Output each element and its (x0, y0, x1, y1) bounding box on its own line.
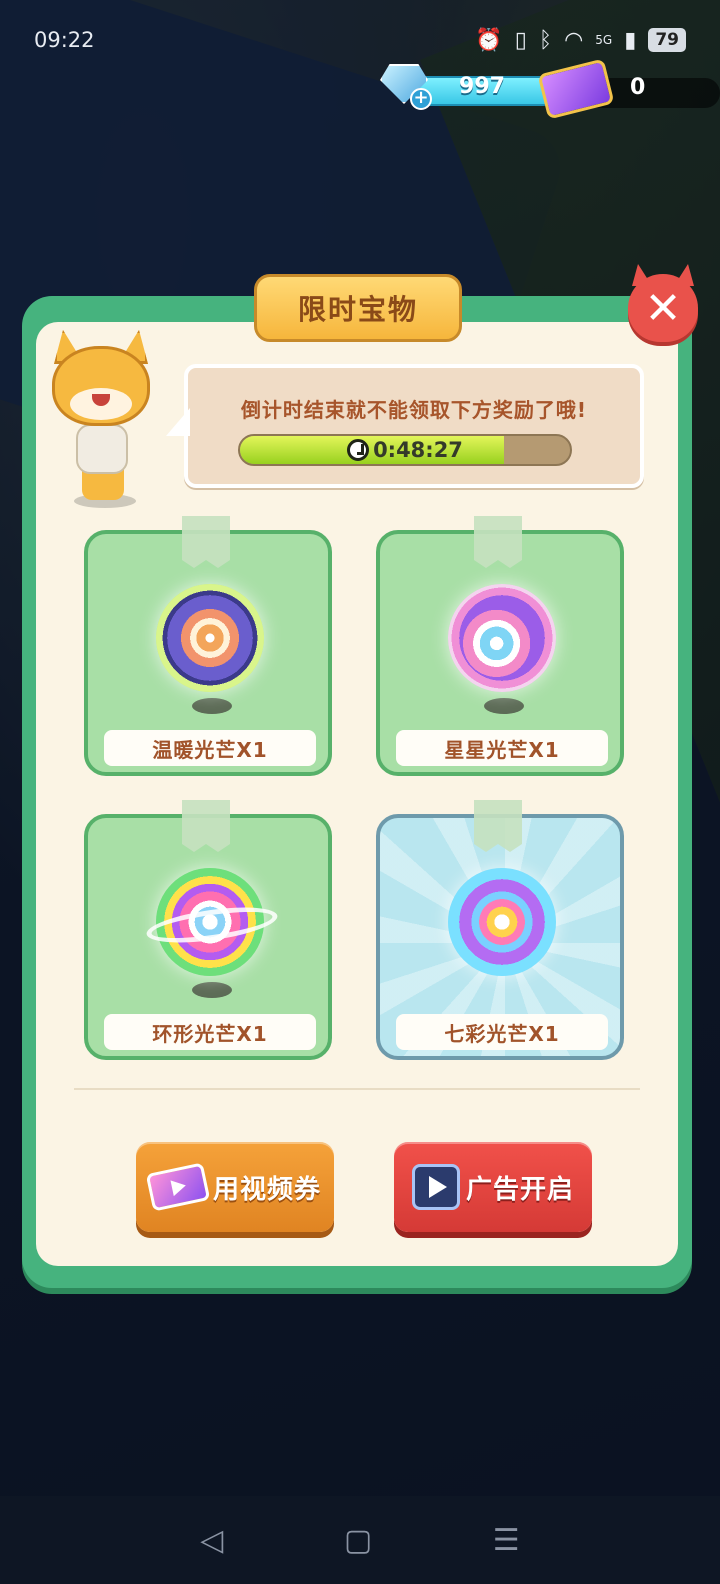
close-icon: ✕ (644, 282, 682, 334)
reward-label: 七彩光芒X1 (396, 1014, 608, 1050)
tv-play-icon (411, 1164, 460, 1210)
countdown-progress-bar: 0:48:27 (238, 434, 572, 466)
divider (74, 1088, 640, 1090)
close-button[interactable]: ✕ (628, 274, 698, 342)
currency-bar: 997 + 0 (380, 58, 720, 120)
ticket-count: 0 (630, 75, 646, 100)
mascot-body (76, 424, 128, 474)
mascot-legs (82, 470, 124, 500)
bluetooth-icon: ᛒ (538, 27, 553, 53)
reward-card-star[interactable]: 星星光芒X1 (376, 530, 624, 776)
ribbon-decoration (182, 516, 230, 560)
watch-ad-label: 广告开启 (465, 1174, 574, 1205)
network-type: 5G (595, 33, 613, 47)
ribbon-decoration (474, 800, 522, 844)
dialog-title: 限时宝物 (254, 274, 462, 342)
watch-ad-button[interactable]: 广告开启 (394, 1142, 592, 1232)
reward-label: 温暖光芒X1 (104, 730, 316, 766)
clock-icon (347, 439, 370, 461)
video-ticket-icon (145, 1162, 211, 1212)
back-icon[interactable]: ◁ (200, 1523, 223, 1558)
orb-shadow (484, 698, 524, 714)
countdown-time: 0:48:27 (373, 438, 463, 462)
vibrate-icon: ▯ (514, 27, 527, 53)
orb-shadow (192, 982, 232, 998)
system-nav-bar: ◁ ▢ ☰ (0, 1496, 720, 1584)
countdown-timer: 0:48:27 (240, 436, 570, 464)
reward-card-warm[interactable]: 温暖光芒X1 (84, 530, 332, 776)
recent-apps-icon[interactable]: ☰ (493, 1523, 520, 1558)
use-video-ticket-label: 用视频券 (212, 1174, 321, 1205)
battery-indicator: 79 (648, 28, 686, 52)
countdown-message: 倒计时结束就不能领取下方奖励了哦! (240, 398, 588, 422)
gem-count: 997 (459, 74, 505, 99)
add-gems-icon[interactable]: + (410, 88, 432, 110)
warm-light-orb-icon (156, 584, 264, 692)
alarm-icon: ⏰ (475, 27, 503, 53)
status-bar: 09:22 ⏰ ▯ ᛒ ◠ 5G ▮ 79 (0, 0, 720, 80)
reward-label: 环形光芒X1 (104, 1014, 316, 1050)
status-time: 09:22 (34, 28, 95, 52)
speech-bubble: 倒计时结束就不能领取下方奖励了哦! 0:48:27 (184, 364, 644, 488)
rainbow-light-orb-icon (448, 868, 556, 976)
cat-mascot (42, 326, 162, 508)
reward-label: 星星光芒X1 (396, 730, 608, 766)
reward-card-rainbow[interactable]: 七彩光芒X1 (376, 814, 624, 1060)
home-icon[interactable]: ▢ (344, 1523, 372, 1558)
signal-icon: ▮ (624, 27, 637, 53)
orb-shadow (192, 698, 232, 714)
wifi-icon: ◠ (564, 27, 584, 53)
use-video-ticket-button[interactable]: 用视频券 (136, 1142, 334, 1232)
reward-card-ring[interactable]: 环形光芒X1 (84, 814, 332, 1060)
star-light-orb-icon (448, 584, 556, 692)
ribbon-decoration (474, 516, 522, 560)
ribbon-decoration (182, 800, 230, 844)
status-icons: ⏰ ▯ ᛒ ◠ 5G ▮ 79 (475, 28, 686, 53)
